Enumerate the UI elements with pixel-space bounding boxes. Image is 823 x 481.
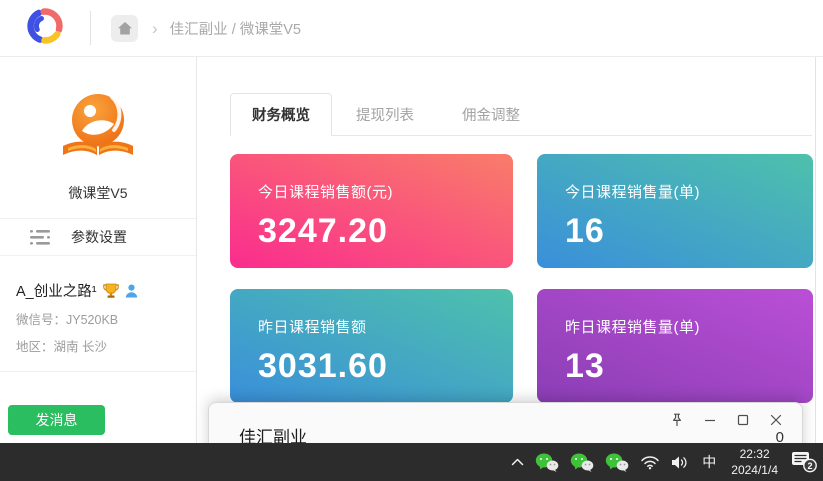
maximize-icon [737, 414, 749, 426]
screen: › 佳汇副业 / 微课堂V5 微课堂V5 [0, 0, 823, 481]
maximize-button[interactable] [726, 408, 759, 432]
notification-badge: 2 [807, 461, 812, 471]
pin-icon [670, 413, 684, 427]
home-button[interactable] [111, 15, 138, 42]
stat-card-today-sales-count: 今日课程销售量(单) 16 [537, 154, 813, 268]
wechat-icon[interactable] [570, 453, 594, 472]
system-tray: 中 22:32 2024/1/4 2 [511, 443, 817, 481]
pin-button[interactable] [660, 408, 693, 432]
user-name: A_创业之路¹ [16, 280, 97, 301]
stat-card-label: 今日课程销售量(单) [565, 181, 813, 202]
stat-card-today-sales-amount: 今日课程销售额(元) 3247.20 [230, 154, 513, 268]
main-content: 财务概览 提现列表 佣金调整 今日课程销售额(元) 3247.20 今日课程销售… [198, 57, 823, 443]
user-region: 地区：湖南 长沙 [16, 336, 180, 355]
header-divider [90, 11, 91, 45]
minimize-icon [704, 414, 716, 426]
browser-logo-icon [25, 6, 65, 51]
scrollbar[interactable] [815, 57, 816, 443]
tray-chevron-up-icon[interactable] [511, 458, 524, 466]
clock-date: 2024/1/4 [731, 462, 778, 478]
tab-finance-overview[interactable]: 财务概览 [230, 93, 332, 136]
stat-card-value: 13 [565, 347, 813, 386]
send-message-button[interactable]: 发消息 [8, 405, 105, 435]
wechat-icon[interactable] [535, 453, 559, 472]
list-settings-icon [30, 229, 51, 246]
sidebar: 微课堂V5 参数设置 A_创业之路¹ [0, 57, 197, 443]
stat-card-label: 昨日课程销售量(单) [565, 316, 813, 337]
user-wechat-id: 微信号：JY520KB [16, 309, 180, 328]
tab-bar: 财务概览 提现列表 佣金调整 [230, 93, 812, 136]
stat-card-label: 今日课程销售额(元) [258, 181, 513, 202]
minimize-button[interactable] [693, 408, 726, 432]
notification-center-button[interactable]: 2 [791, 451, 817, 473]
breadcrumb[interactable]: 佳汇副业 / 微课堂V5 [170, 18, 301, 39]
user-name-row: A_创业之路¹ [16, 280, 180, 301]
ime-indicator[interactable]: 中 [700, 452, 718, 472]
stat-card-label: 昨日课程销售额 [258, 316, 513, 337]
header: › 佳汇副业 / 微课堂V5 [0, 0, 823, 57]
member-person-icon [125, 284, 138, 298]
breadcrumb-chevron-icon: › [152, 20, 158, 37]
home-icon [117, 21, 133, 36]
close-icon [770, 414, 782, 426]
app-name: 微课堂V5 [0, 183, 196, 203]
sidebar-item-settings[interactable]: 参数设置 [0, 219, 196, 256]
clock-time: 22:32 [731, 446, 778, 462]
clock[interactable]: 22:32 2024/1/4 [729, 446, 780, 478]
wechat-icon[interactable] [605, 453, 629, 472]
wifi-icon[interactable] [640, 454, 660, 470]
sidebar-item-label: 参数设置 [71, 227, 127, 247]
stat-card-yesterday-sales-count: 昨日课程销售量(单) 13 [537, 289, 813, 403]
stat-card-value: 3247.20 [258, 212, 513, 251]
stat-card-value: 16 [565, 212, 813, 251]
user-divider [0, 371, 196, 372]
tab-commission-adjust[interactable]: 佣金调整 [438, 94, 544, 135]
user-info-block: A_创业之路¹ 微信号：JY52 [0, 256, 196, 355]
org-logo-icon [54, 91, 142, 171]
taskbar: 中 22:32 2024/1/4 2 [0, 443, 823, 481]
volume-icon[interactable] [671, 455, 689, 470]
popup-window-controls [660, 408, 792, 432]
tab-withdrawal-list[interactable]: 提现列表 [332, 94, 438, 135]
stat-cards: 今日课程销售额(元) 3247.20 今日课程销售量(单) 16 昨日课程销售额… [230, 154, 823, 403]
stat-card-value: 3031.60 [258, 347, 513, 386]
trophy-icon [103, 283, 119, 299]
stat-card-yesterday-sales-amount: 昨日课程销售额 3031.60 [230, 289, 513, 403]
